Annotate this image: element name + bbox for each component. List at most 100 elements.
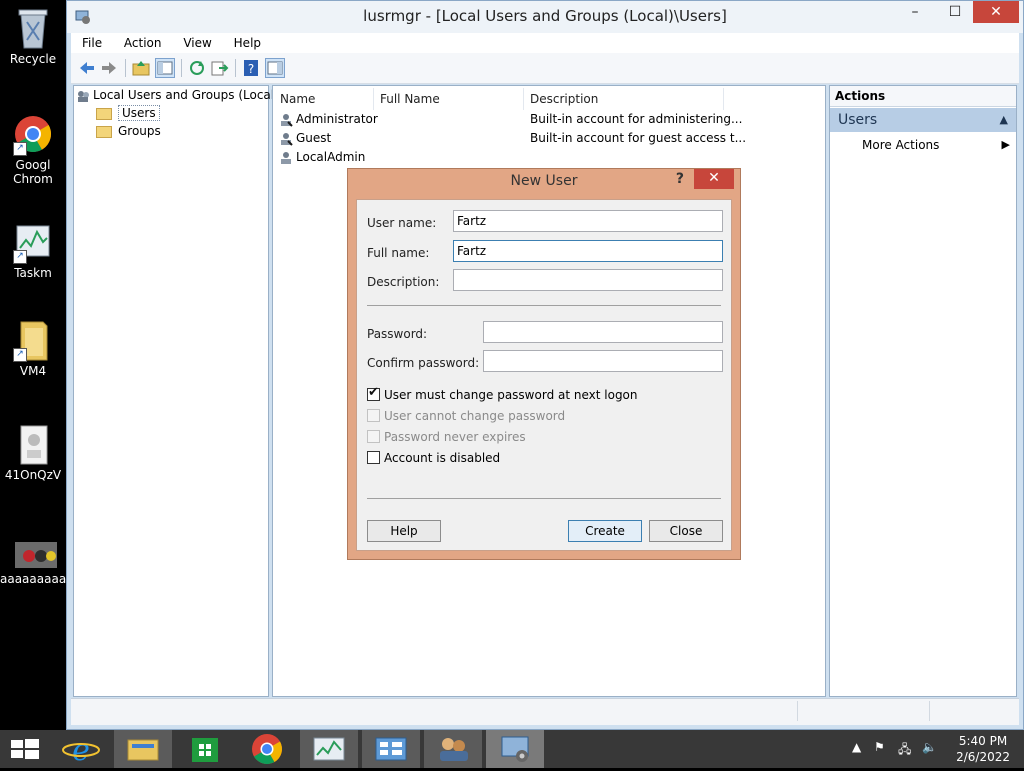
menu-help[interactable]: Help (227, 33, 268, 53)
column-header-full-name[interactable]: Full Name (380, 92, 440, 106)
folder-icon (96, 125, 112, 138)
desktop-icon-game[interactable]: aaaaaaaaaa (0, 540, 66, 586)
desktop-icon-task-manager[interactable]: ↗ Taskm (0, 220, 66, 280)
actions-title: Actions (830, 86, 1016, 107)
desktop-icon-recycle-bin[interactable]: Recycle (0, 6, 66, 66)
checkbox-password-never-expires: Password never expires (367, 430, 526, 444)
network-icon[interactable]: 🖧 (898, 740, 911, 761)
forward-arrow-icon[interactable] (99, 58, 119, 78)
table-row[interactable]: LocalAdmin (279, 148, 365, 166)
column-divider[interactable] (523, 88, 524, 110)
row-description: Built-in account for administering... (530, 112, 743, 126)
window-title: lusrmgr - [Local Users and Groups (Local… (363, 7, 727, 25)
checkbox-label: User must change password at next logon (384, 388, 638, 402)
column-header-description[interactable]: Description (530, 92, 598, 106)
back-arrow-icon[interactable] (77, 58, 97, 78)
tree-users-label: Users (118, 105, 160, 121)
tree-groups-label: Groups (118, 124, 161, 138)
tree-node-root[interactable]: Local Users and Groups (Local) (76, 86, 279, 104)
shortcut-arrow-icon: ↗ (13, 250, 27, 264)
column-header-name[interactable]: Name (280, 92, 315, 106)
description-input[interactable] (453, 269, 723, 291)
desktop-icon-vm4[interactable]: ↗ VM4 (0, 318, 66, 378)
checkbox-box[interactable] (367, 451, 380, 464)
new-user-dialog: New User ? ✕ User name: Fartz Full name:… (347, 168, 741, 560)
tree-node-groups[interactable]: Groups (96, 122, 161, 140)
menu-view[interactable]: View (176, 33, 218, 53)
action-center-flag-icon[interactable]: ⚑ (874, 740, 885, 754)
checkbox-box (367, 409, 380, 422)
menu-file[interactable]: File (75, 33, 109, 53)
checkbox-must-change-password[interactable]: ✔ User must change password at next logon (367, 386, 638, 402)
task-manager-icon[interactable] (300, 730, 358, 768)
confirm-password-input[interactable] (483, 350, 723, 372)
password-input[interactable] (483, 321, 723, 343)
clock-date: 2/6/2022 (956, 750, 1010, 764)
checkbox-box[interactable]: ✔ (367, 386, 380, 401)
store-icon[interactable] (176, 730, 234, 768)
desktop-icon-chrome[interactable]: ↗ Googl Chrom (0, 112, 66, 186)
clock-time: 5:40 PM (958, 734, 1008, 748)
actions-group-users[interactable]: Users ▲ (830, 108, 1016, 132)
table-row[interactable]: Administrator Built-in account for admin… (279, 110, 742, 128)
table-row[interactable]: Guest Built-in account for guest access … (279, 129, 746, 147)
close-dialog-button[interactable]: Close (649, 520, 723, 542)
collapse-triangle-icon[interactable]: ▲ (1000, 108, 1008, 132)
column-divider[interactable] (723, 88, 724, 110)
desktop-icon-label: VM4 (19, 364, 47, 378)
dialog-close-button[interactable]: ✕ (694, 169, 734, 189)
computer-management-icon[interactable] (486, 730, 544, 768)
row-description: Built-in account for guest access t... (530, 131, 747, 145)
user-name-input[interactable]: Fartz (453, 210, 723, 232)
maximize-button[interactable]: ☐ (939, 1, 971, 23)
close-button[interactable]: ✕ (973, 1, 1019, 23)
show-hidden-icons-icon[interactable]: ▲ (852, 740, 861, 754)
checkbox-box (367, 430, 380, 443)
clock[interactable]: 5:40 PM 2/6/2022 (956, 733, 1010, 765)
divider (367, 305, 721, 306)
users-groups-icon (76, 89, 90, 103)
users-icon[interactable] (424, 730, 482, 768)
folder-icon: ↗ (13, 318, 53, 362)
desktop-icon-label: Taskm (14, 266, 52, 280)
help-icon[interactable]: ? (241, 58, 261, 78)
desktop-icon-label: Googl Chrom (13, 158, 53, 186)
file-explorer-icon[interactable] (114, 730, 172, 768)
column-divider[interactable] (373, 88, 374, 110)
taskbar: e ▲ ⚑ 🖧 🔈 5:40 PM 2/6/2022 (0, 730, 1024, 768)
toolbar-separator (235, 59, 236, 77)
shortcut-arrow-icon: ↗ (13, 142, 27, 156)
volume-icon[interactable]: 🔈 (922, 740, 937, 754)
help-button[interactable]: Help (367, 520, 441, 542)
show-hide-console-tree-icon[interactable] (155, 58, 175, 78)
row-name: LocalAdmin (296, 150, 366, 164)
action-more-actions[interactable]: More Actions (862, 138, 939, 152)
desktop-icon-label: aaaaaaaaaa (0, 572, 66, 586)
create-button[interactable]: Create (568, 520, 642, 542)
dialog-help-button[interactable]: ? (676, 171, 684, 187)
start-button[interactable] (0, 730, 50, 768)
chrome-icon[interactable] (238, 730, 296, 768)
tree-node-users[interactable]: Users (96, 104, 160, 122)
checkbox-account-disabled[interactable]: Account is disabled (367, 451, 500, 465)
control-panel-icon[interactable] (362, 730, 420, 768)
status-bar (71, 698, 1019, 725)
full-name-label: Full name: (367, 246, 430, 260)
row-name: Guest (296, 131, 332, 145)
menu-action[interactable]: Action (117, 33, 169, 53)
desktop-icon-program[interactable]: 41OnQzV (0, 422, 66, 482)
minimize-button[interactable]: – (899, 1, 931, 23)
show-hide-action-pane-icon[interactable] (265, 58, 285, 78)
svg-text:e: e (72, 733, 90, 768)
checkbox-label: Account is disabled (384, 451, 501, 465)
game-icon (13, 540, 57, 570)
refresh-icon[interactable] (187, 58, 207, 78)
up-folder-icon[interactable] (131, 58, 151, 78)
shortcut-arrow-icon: ↗ (13, 348, 27, 362)
title-bar[interactable]: lusrmgr - [Local Users and Groups (Local… (67, 1, 1023, 33)
full-name-input[interactable]: Fartz (453, 240, 723, 262)
internet-explorer-icon[interactable]: e (52, 730, 110, 768)
menu-bar: File Action View Help (71, 33, 1019, 54)
export-list-icon[interactable] (209, 58, 229, 78)
status-cell (797, 701, 928, 721)
